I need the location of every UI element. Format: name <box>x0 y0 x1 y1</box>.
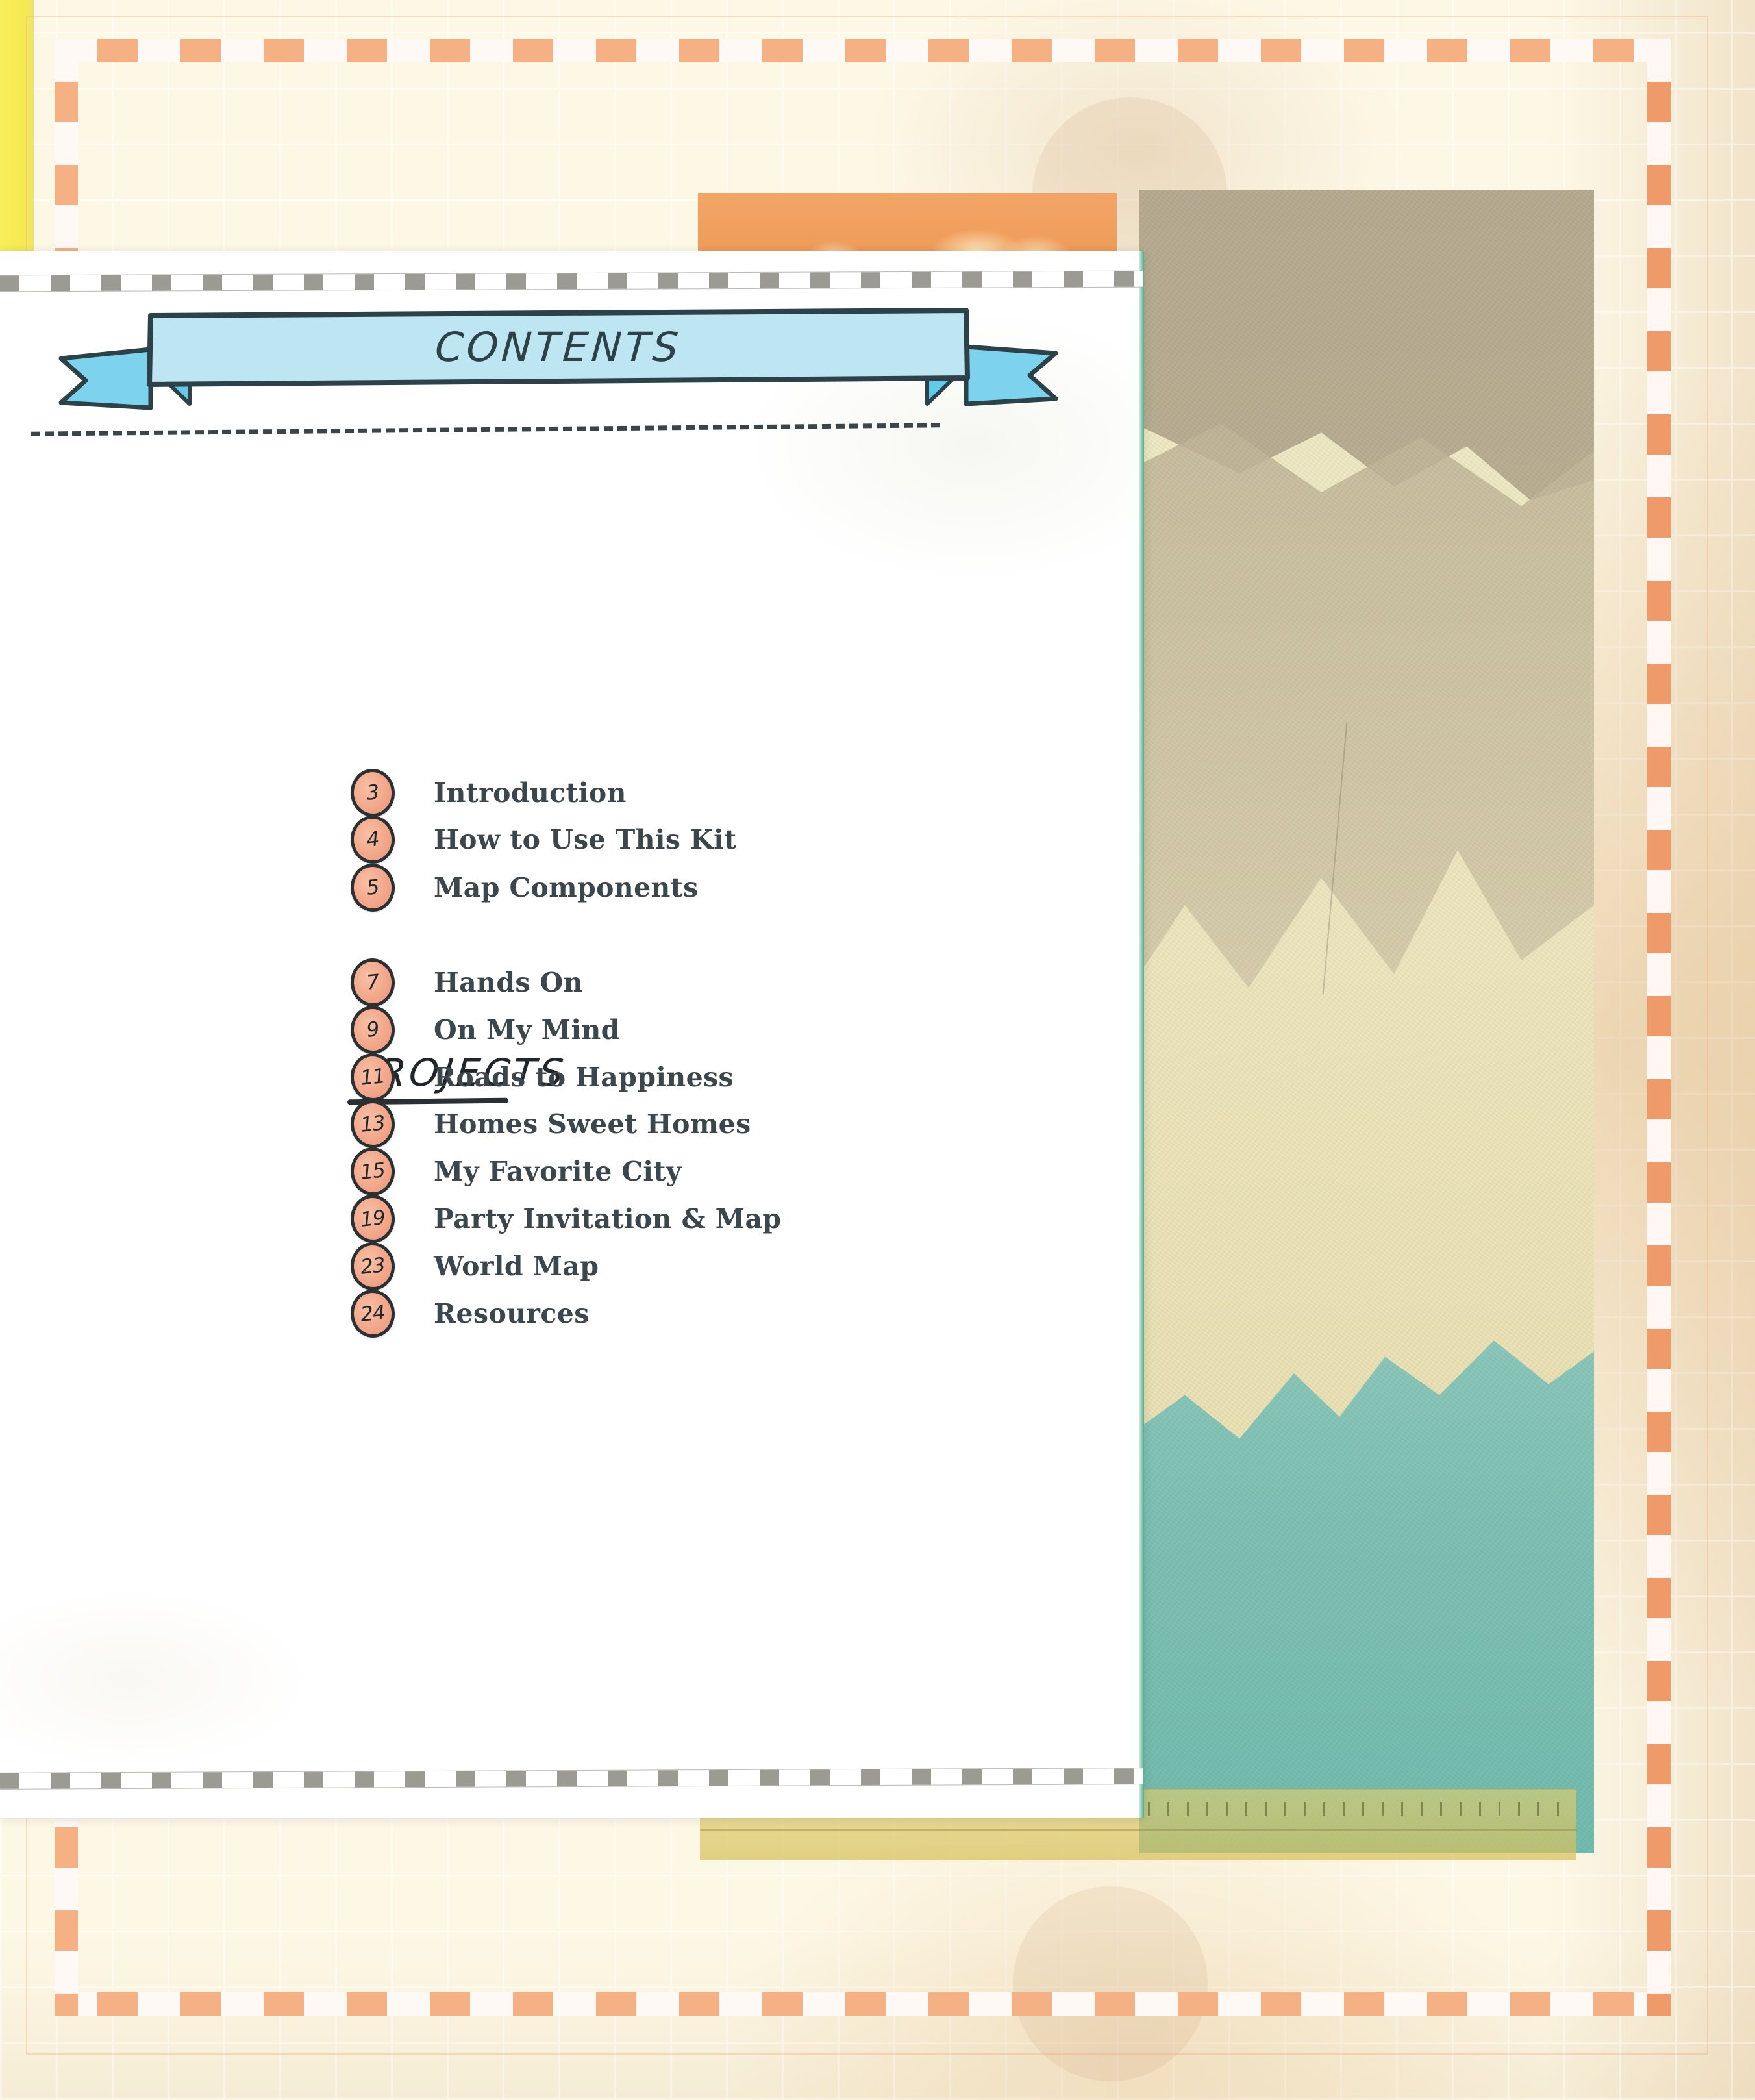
toc-item-how-to-use-this-kit[interactable]: 4 How to Use This Kit <box>349 814 737 866</box>
badge-page-number: 23 <box>359 1253 386 1279</box>
toc-item-my-favorite-city[interactable]: 15 My Favorite City <box>349 1145 682 1197</box>
toc-item-label: How to Use This Kit <box>434 824 737 855</box>
toc-item-label: Resources <box>434 1298 590 1329</box>
toc-item-label: My Favorite City <box>434 1156 682 1187</box>
badge-page-number: 9 <box>365 1018 380 1042</box>
page-number-badge: 3 <box>349 767 397 819</box>
page-number-badge: 5 <box>349 862 397 914</box>
badge-page-number: 15 <box>359 1158 386 1184</box>
toc-item-label: Party Invitation & Map <box>434 1203 782 1234</box>
badge-page-number: 4 <box>365 827 380 852</box>
photo-grain <box>1139 190 1594 1853</box>
badge-page-number: 5 <box>365 875 380 900</box>
toc-item-label: Introduction <box>434 777 627 808</box>
ruler-center-line <box>700 1829 1576 1831</box>
toc-item-map-components[interactable]: 5 Map Components <box>349 862 699 914</box>
toc-item-label: Hands On <box>434 967 583 998</box>
toc-item-introduction[interactable]: 3 Introduction <box>349 767 627 819</box>
badge-page-number: 11 <box>359 1064 386 1090</box>
toc-item-party-invitation-and-map[interactable]: 19 Party Invitation & Map <box>349 1193 782 1245</box>
toc-item-resources[interactable]: 24 Resources <box>349 1288 590 1340</box>
badge-page-number: 3 <box>365 781 380 805</box>
page-number-badge: 15 <box>349 1145 397 1197</box>
textured-photo-panel <box>1139 190 1594 1853</box>
scrapbook-contents-page: CONTENTS 3 Introduction 4 How to Use Thi… <box>0 0 1755 2100</box>
table-of-contents: 3 Introduction 4 How to Use This Kit 5 M… <box>0 251 1144 1818</box>
toc-item-label: Homes Sweet Homes <box>434 1108 751 1140</box>
toc-item-world-map[interactable]: 23 World Map <box>349 1240 599 1292</box>
badge-page-number: 13 <box>359 1111 386 1137</box>
toc-item-label: Map Components <box>434 872 699 903</box>
page-number-badge: 13 <box>349 1098 397 1150</box>
toc-item-label: World Map <box>434 1251 599 1282</box>
badge-page-number: 7 <box>365 970 380 995</box>
toc-item-on-my-mind[interactable]: 9 On My Mind <box>349 1004 620 1056</box>
toc-item-roads-to-happiness[interactable]: 11 Roads to Happiness <box>349 1051 734 1103</box>
page-number-badge: 24 <box>349 1288 397 1340</box>
page-number-badge: 23 <box>349 1240 397 1292</box>
toc-item-homes-sweet-homes[interactable]: 13 Homes Sweet Homes <box>349 1098 751 1150</box>
badge-page-number: 19 <box>359 1206 386 1232</box>
toc-item-label: On My Mind <box>434 1014 620 1045</box>
orange-paper-strip <box>698 193 1117 258</box>
page-number-badge: 7 <box>349 956 397 1008</box>
page-number-badge: 9 <box>349 1004 397 1056</box>
page-number-badge: 11 <box>349 1051 397 1103</box>
toc-item-hands-on[interactable]: 7 Hands On <box>349 956 583 1008</box>
contents-sheet: CONTENTS 3 Introduction 4 How to Use Thi… <box>0 251 1144 1818</box>
badge-page-number: 24 <box>359 1301 386 1327</box>
page-number-badge: 4 <box>349 814 397 866</box>
toc-item-label: Roads to Happiness <box>434 1062 734 1093</box>
page-number-badge: 19 <box>349 1193 397 1245</box>
